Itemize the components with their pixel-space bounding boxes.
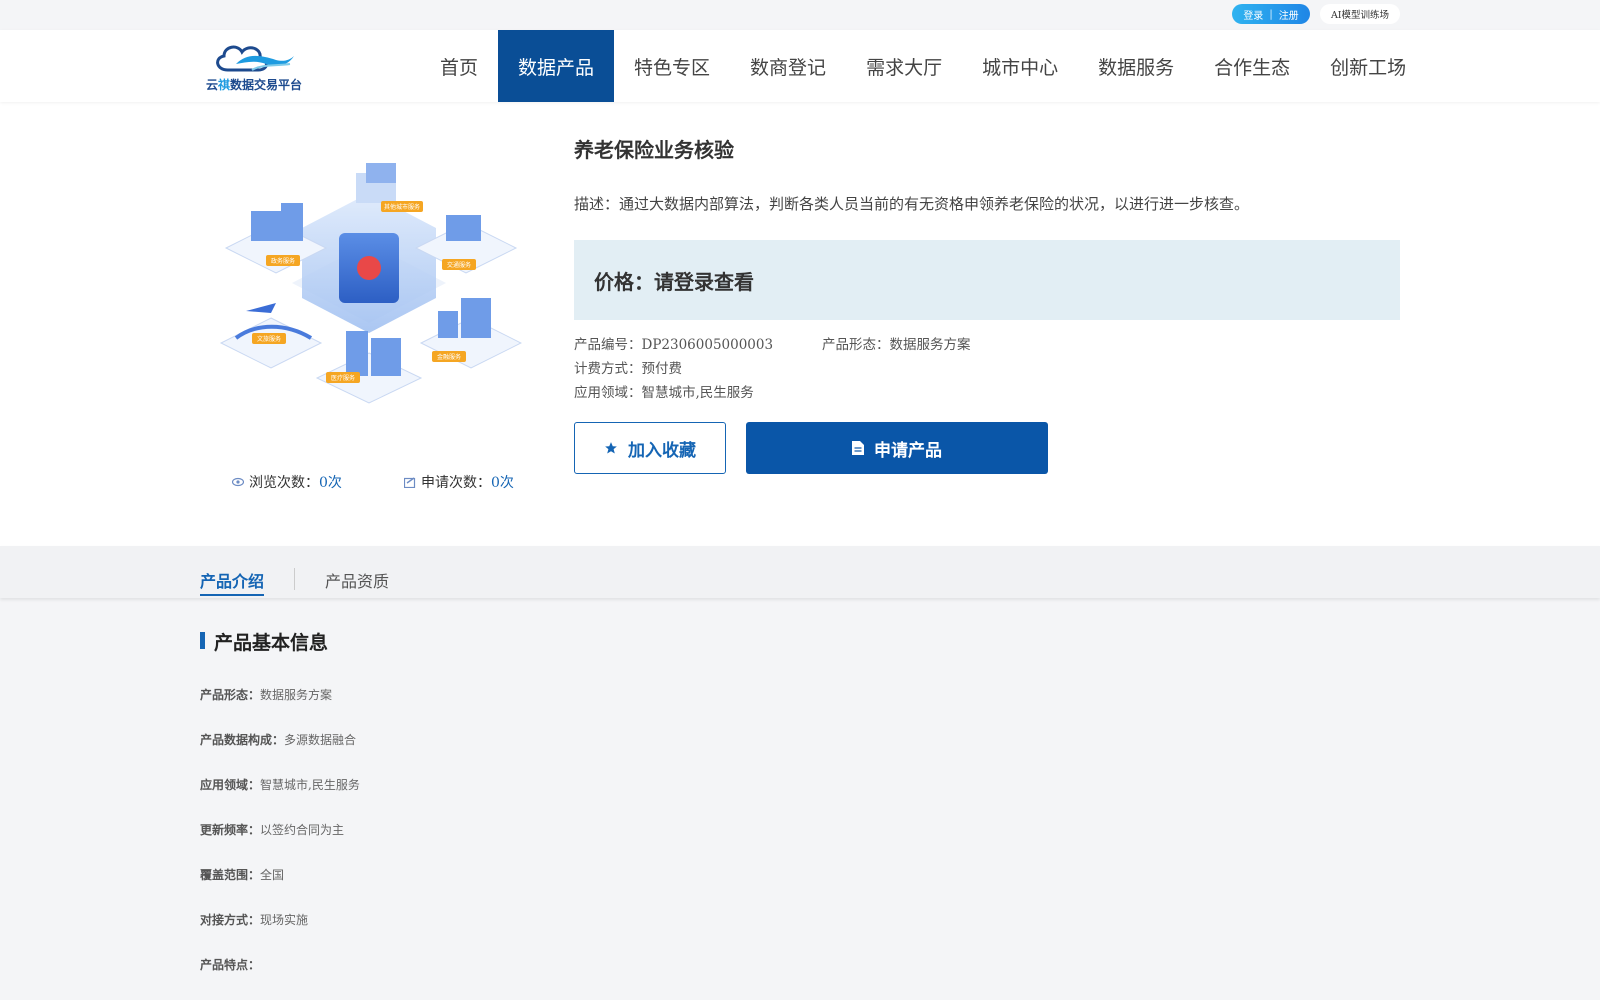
- product-title: 养老保险业务核验: [574, 138, 734, 162]
- nav-item-2[interactable]: 特色专区: [614, 30, 730, 102]
- info-value: 数据服务方案: [260, 688, 333, 702]
- info-key: 应用领域：: [200, 778, 261, 792]
- views-value: 0次: [319, 475, 342, 491]
- info-row: 应用领域：智慧城市,民生服务: [200, 776, 360, 821]
- product-code: 产品编号：DP2306005000003: [574, 337, 774, 353]
- price-text: 价格：请登录查看: [594, 270, 754, 294]
- tab-divider: [294, 568, 295, 590]
- tag-tourism: 文旅服务: [257, 335, 281, 343]
- tag-gov: 政务服务: [271, 257, 295, 265]
- add-favorite-button[interactable]: 加入收藏: [574, 422, 726, 474]
- nav-item-4[interactable]: 需求大厅: [846, 30, 962, 102]
- ai-training-link[interactable]: AI模型训练场: [1320, 4, 1400, 24]
- site-header: 云祺数据交易平台 首页 数据产品 特色专区 数商登记 需求大厅 城市中心 数据服务 合作生态创…: [0, 30, 1600, 102]
- application-domain: 应用领域：智慧城市,民生服务: [574, 385, 754, 401]
- site-logo[interactable]: 云祺数据交易平台: [206, 40, 302, 94]
- tag-finance: 金融服务: [437, 353, 461, 361]
- nav-item-7[interactable]: 合作生态: [1194, 30, 1310, 102]
- billing-method: 计费方式：预付费: [574, 361, 682, 377]
- nav-item-6[interactable]: 数据服务: [1078, 30, 1194, 102]
- tag-other-city: 其他城市服务: [384, 203, 420, 211]
- views-stat: 浏览次数： 0次: [232, 472, 404, 492]
- auth-pill: 登录 | 注册: [1232, 4, 1310, 24]
- active-tab-underline: [200, 594, 264, 596]
- nav-item-3[interactable]: 数商登记: [730, 30, 846, 102]
- info-key: 产品特点：: [200, 958, 261, 972]
- tab-product-qualification[interactable]: 产品资质: [325, 568, 389, 592]
- nav-item-0[interactable]: 首页: [420, 30, 498, 102]
- tag-medical: 医疗服务: [331, 374, 355, 382]
- price-box: 价格：请登录查看: [574, 240, 1400, 320]
- info-row: 更新频率：以签约合同为主: [200, 821, 360, 866]
- detail-tabs: 产品介绍 产品资质: [0, 546, 1600, 598]
- edit-doc-icon: [404, 476, 416, 488]
- nav-item-5[interactable]: 城市中心: [962, 30, 1078, 102]
- nav-item-8[interactable]: 创新工场: [1310, 30, 1426, 102]
- info-row: 对接方式：现场实施: [200, 911, 360, 956]
- basic-info-list: 产品形态：数据服务方案 产品数据构成：多源数据融合 应用领域：智慧城市,民生服务 更新…: [200, 686, 360, 1000]
- info-value: 多源数据融合: [284, 733, 357, 747]
- info-row: 产品特点：: [200, 956, 360, 1000]
- login-link[interactable]: 登录: [1243, 7, 1263, 22]
- info-key: 更新频率：: [200, 823, 261, 837]
- section-title: 产品基本信息: [200, 628, 328, 655]
- logo-text: 云祺数据交易平台: [206, 78, 303, 92]
- product-description: 描述：通过大数据内部算法，判断各类人员当前的有无资格申领养老保险的状况，以进行进…: [574, 195, 1250, 213]
- info-value: 智慧城市,民生服务: [260, 778, 360, 792]
- info-key: 产品形态：: [200, 688, 261, 702]
- info-value: 以签约合同为主: [260, 823, 345, 837]
- product-attributes: 产品编号：DP2306005000003 产品形态：数据服务方案 计费方式：预付…: [574, 333, 971, 405]
- info-key: 对接方式：: [200, 913, 261, 927]
- star-icon: [605, 442, 617, 454]
- applies-stat: 申请次数： 0次: [404, 472, 514, 492]
- apply-product-label: 申请产品: [874, 440, 942, 461]
- product-form: 产品形态：数据服务方案: [822, 337, 971, 353]
- info-value: 全国: [260, 868, 285, 882]
- nav-item-1[interactable]: 数据产品: [498, 30, 615, 102]
- utility-bar: 登录 | 注册 AI模型训练场: [0, 0, 1600, 30]
- main-nav: 首页 数据产品 特色专区 数商登记 需求大厅 城市中心 数据服务 合作生态 创新工场: [420, 30, 1426, 102]
- document-icon: [852, 441, 864, 455]
- applies-label: 申请次数：: [421, 475, 491, 491]
- add-favorite-label: 加入收藏: [628, 440, 696, 461]
- applies-value: 0次: [491, 475, 514, 491]
- auth-separator: |: [1269, 8, 1273, 20]
- eye-icon: [232, 477, 244, 487]
- info-row: 覆盖范围：全国: [200, 866, 360, 911]
- tab-product-intro[interactable]: 产品介绍: [200, 568, 264, 592]
- city-services-illustration: 其他城市服务 政务服务 交通服务 文旅服务 医疗服务 金融服务: [219, 163, 523, 404]
- info-value: 现场实施: [260, 913, 309, 927]
- info-key: 覆盖范围：: [200, 868, 261, 882]
- apply-product-button[interactable]: 申请产品: [746, 422, 1048, 474]
- views-label: 浏览次数：: [249, 475, 319, 491]
- product-illustration: 其他城市服务 政务服务 交通服务 文旅服务 医疗服务 金融服务: [216, 133, 523, 433]
- info-key: 产品数据构成：: [200, 733, 285, 747]
- cloud-logo-icon: [216, 45, 294, 72]
- tag-traffic: 交通服务: [447, 261, 471, 269]
- info-row: 产品数据构成：多源数据融合: [200, 731, 360, 776]
- product-stats: 浏览次数： 0次 申请次数： 0次: [232, 472, 514, 492]
- info-row: 产品形态：数据服务方案: [200, 686, 360, 731]
- register-link[interactable]: 注册: [1279, 7, 1299, 22]
